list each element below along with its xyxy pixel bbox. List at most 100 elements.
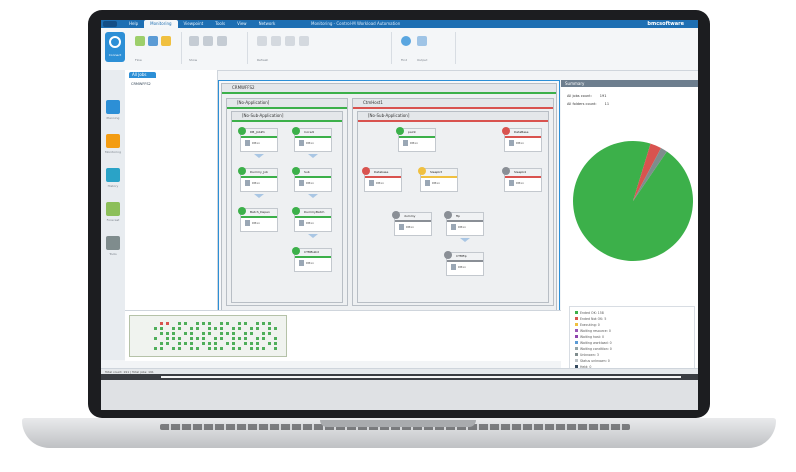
free-icon[interactable] bbox=[271, 36, 281, 46]
ok-icon bbox=[238, 167, 246, 175]
planning-icon[interactable] bbox=[106, 100, 120, 114]
job-name: paint bbox=[408, 130, 416, 134]
flow-icon[interactable] bbox=[135, 36, 145, 46]
minimap-cell bbox=[238, 327, 241, 330]
legend-item: Waiting condition: 0 bbox=[575, 347, 612, 351]
legend-label: Executing: 0 bbox=[580, 323, 600, 327]
job-node[interactable]: DataBase DBxx bbox=[502, 127, 542, 152]
stat-jobs-label: All jobs count: bbox=[567, 94, 592, 98]
legend-item: Waiting host: 0 bbox=[575, 335, 604, 339]
job-host: DBxx bbox=[410, 141, 418, 145]
left-app-header[interactable]: [No-Application] bbox=[227, 99, 347, 107]
minimap-cell bbox=[214, 342, 217, 345]
app-menu-button[interactable] bbox=[103, 21, 117, 27]
job-node[interactable]: Database DBxx bbox=[362, 167, 402, 192]
tab-monitoring[interactable]: Monitoring bbox=[144, 20, 178, 28]
tree-tab[interactable]: All Jobs bbox=[129, 72, 156, 78]
minimap-cell bbox=[256, 342, 259, 345]
minimap-cell bbox=[160, 327, 163, 330]
job-node[interactable]: Dummy_Job DBxx bbox=[238, 167, 278, 192]
forecast-icon[interactable] bbox=[106, 202, 120, 216]
job-node[interactable]: DB_Job#1 DBxx bbox=[238, 127, 278, 152]
unknown-icon bbox=[502, 167, 510, 175]
job-node[interactable]: Sleepk3 DBxx bbox=[418, 167, 458, 192]
stat-folders: All folders count: 11 bbox=[567, 102, 609, 106]
stat-jobs: All jobs count: 191 bbox=[567, 94, 606, 98]
tab-network[interactable]: Network bbox=[253, 20, 282, 28]
minimap-cell bbox=[214, 337, 217, 340]
tools-label: Tools bbox=[109, 252, 117, 256]
services-icon[interactable] bbox=[148, 36, 158, 46]
error-icon bbox=[362, 167, 370, 175]
job-node[interactable]: CTMBulkd DBxx bbox=[292, 247, 332, 272]
refresh-icon[interactable] bbox=[203, 36, 213, 46]
job-name: Batch_Depen bbox=[250, 210, 270, 214]
job-type-icon bbox=[299, 140, 304, 146]
job-node[interactable]: Sub DBxx bbox=[292, 167, 332, 192]
job-node[interactable]: dummy DBxx bbox=[392, 211, 432, 236]
timeline-slider[interactable] bbox=[161, 376, 681, 378]
job-node[interactable]: DummyBatch DBxx bbox=[292, 207, 332, 232]
tab-tools[interactable]: Tools bbox=[209, 20, 231, 28]
legend-swatch bbox=[575, 317, 578, 320]
job-node[interactable]: paint DBxx bbox=[396, 127, 436, 152]
job-node[interactable]: Sleepk4 DBxx bbox=[502, 167, 542, 192]
tab-help[interactable]: Help bbox=[123, 20, 144, 28]
connect-button[interactable]: Connect bbox=[105, 32, 125, 62]
ribbon-group-find: Find Output bbox=[395, 32, 456, 64]
minimap[interactable] bbox=[129, 315, 287, 357]
tree-root-node[interactable]: CRMWFFS2 bbox=[131, 82, 151, 86]
left-toolbar: Planning Monitoring History Forecast Too… bbox=[101, 70, 126, 360]
minimap-cell bbox=[226, 342, 229, 345]
minimap-cell bbox=[154, 327, 157, 330]
minimap-cell bbox=[166, 337, 169, 340]
find-icon[interactable] bbox=[401, 36, 411, 46]
job-type-icon bbox=[451, 264, 456, 270]
flow-canvas[interactable]: CRMWFFS2 [No-Application] [No-Sub-Applic… bbox=[218, 80, 560, 312]
minimap-cell bbox=[202, 342, 205, 345]
job-name: DummyBatch bbox=[304, 210, 325, 214]
job-host: DBxx bbox=[432, 181, 440, 185]
minimap-cell bbox=[220, 332, 223, 335]
ribbon-group-flow: Flow bbox=[131, 32, 182, 64]
monitoring-label: Monitoring bbox=[104, 150, 122, 154]
job-type-icon bbox=[509, 180, 514, 186]
job-node[interactable]: ftp DBxx bbox=[444, 211, 484, 236]
hold-icon[interactable] bbox=[257, 36, 267, 46]
laptop-notch bbox=[320, 420, 476, 427]
bezel-bottom bbox=[101, 380, 698, 410]
filter-icon[interactable] bbox=[217, 36, 227, 46]
warning-icon bbox=[418, 167, 426, 175]
job-node[interactable]: Incredi DBxx bbox=[292, 127, 332, 152]
tab-view[interactable]: View bbox=[231, 20, 253, 28]
minimap-panel bbox=[125, 310, 561, 361]
minimap-cell bbox=[274, 327, 277, 330]
hierarchy-icon[interactable] bbox=[161, 36, 171, 46]
left-application: [No-Application] [No-Sub-Application] DB… bbox=[226, 98, 348, 306]
legend-label: Unknown: 3 bbox=[580, 353, 599, 357]
right-application: CtmHost1 [No-Sub-Application] paint DBxx … bbox=[352, 98, 554, 306]
tab-viewpoint[interactable]: Viewpoint bbox=[178, 20, 210, 28]
right-sub-header[interactable]: [No-Sub-Application] bbox=[358, 112, 548, 120]
job-node[interactable]: CTMftp DBxx bbox=[444, 251, 484, 276]
rerun-icon[interactable] bbox=[285, 36, 295, 46]
job-node[interactable]: Batch_Depen DBxx bbox=[238, 207, 278, 232]
folder-header[interactable]: CRMWFFS2 bbox=[222, 84, 556, 92]
tools-icon[interactable] bbox=[106, 236, 120, 250]
job-host: DBxx bbox=[516, 141, 524, 145]
right-app-header[interactable]: CtmHost1 bbox=[353, 99, 553, 107]
connect-label: Connect bbox=[108, 53, 122, 57]
minimap-cell bbox=[160, 332, 163, 335]
legend-label: Waiting host: 0 bbox=[580, 335, 604, 339]
minimap-cell bbox=[262, 347, 265, 350]
confirm-icon[interactable] bbox=[299, 36, 309, 46]
job-name: Sleepk3 bbox=[430, 170, 442, 174]
legend-item: Ended OK: 158 bbox=[575, 311, 604, 315]
output-icon[interactable] bbox=[417, 36, 427, 46]
monitoring-icon[interactable] bbox=[106, 134, 120, 148]
show-icon[interactable] bbox=[189, 36, 199, 46]
minimap-cell bbox=[208, 332, 211, 335]
minimap-cell bbox=[244, 332, 247, 335]
left-sub-header[interactable]: [No-Sub-Application] bbox=[232, 112, 342, 120]
history-icon[interactable] bbox=[106, 168, 120, 182]
